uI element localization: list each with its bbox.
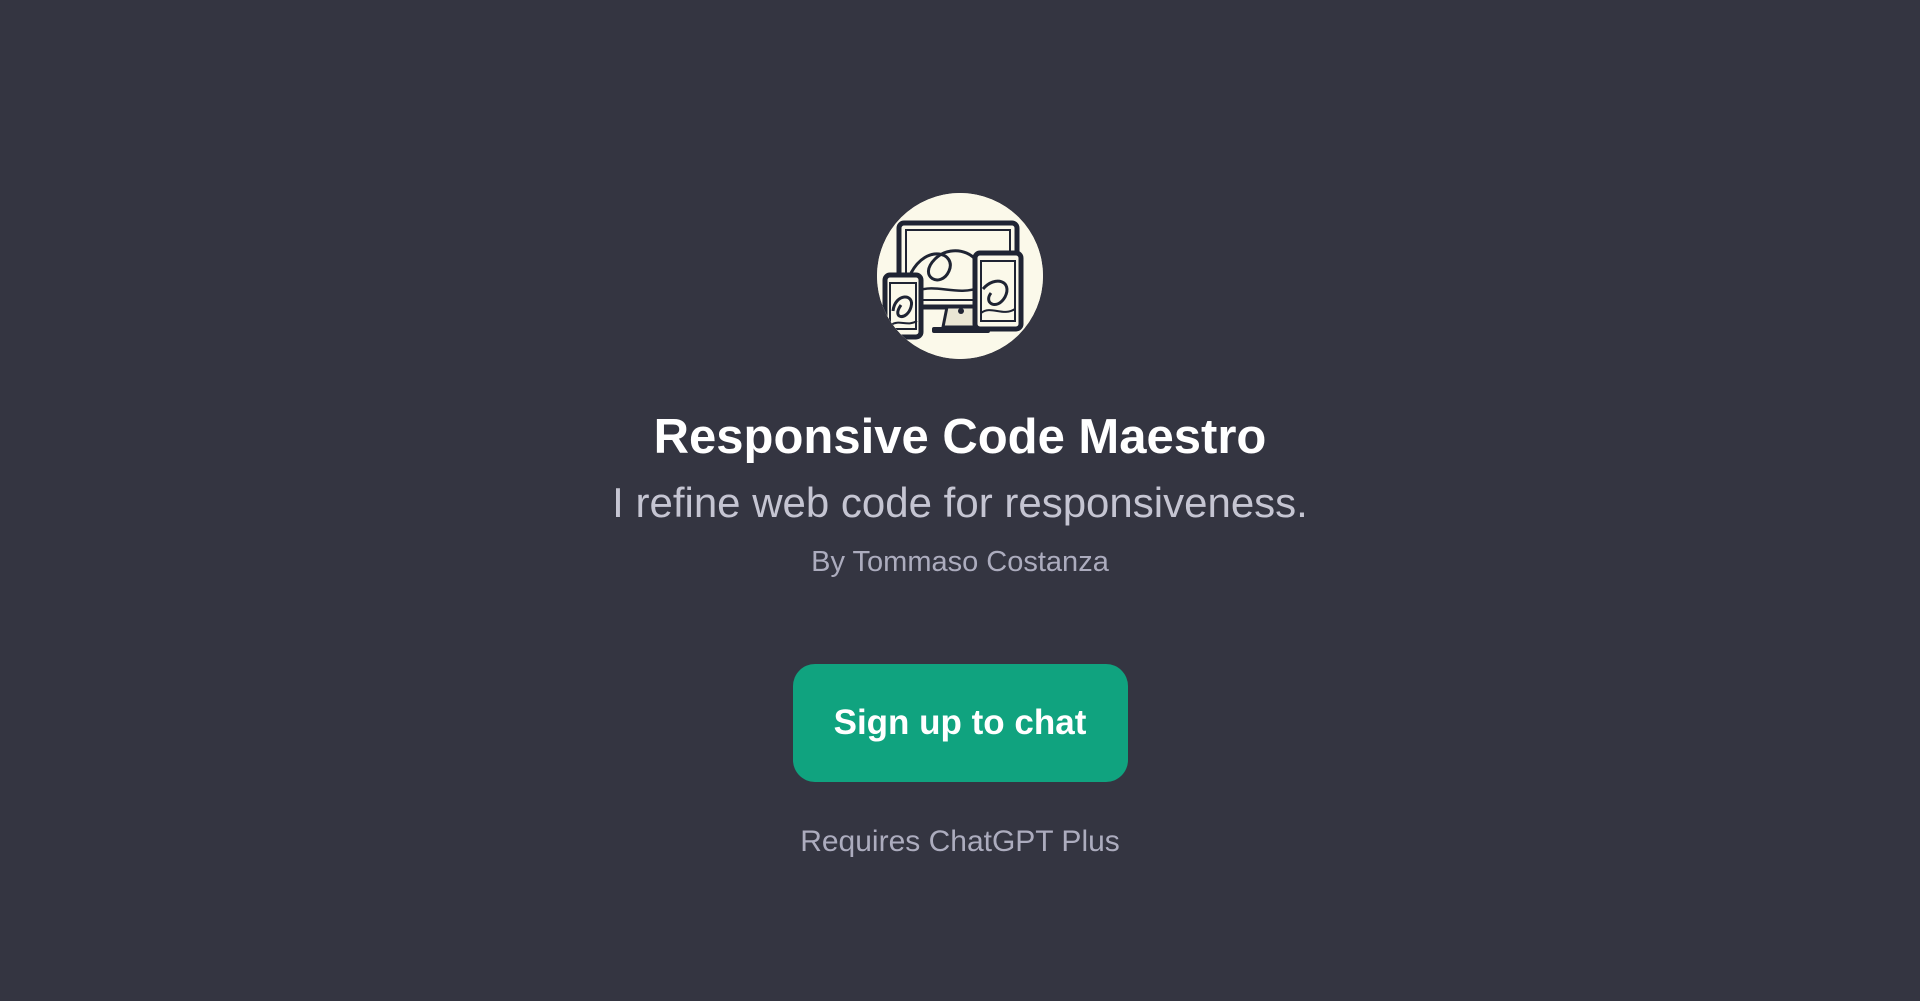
gpt-landing-page: Responsive Code Maestro I refine web cod…: [0, 0, 1920, 1001]
requirement-note: Requires ChatGPT Plus: [800, 824, 1120, 858]
sign-up-to-chat-button[interactable]: Sign up to chat: [792, 663, 1128, 782]
gpt-description: I refine web code for responsiveness.: [612, 478, 1308, 526]
gpt-avatar: [877, 193, 1043, 359]
responsive-devices-icon: [877, 193, 1043, 359]
gpt-title: Responsive Code Maestro: [653, 410, 1267, 464]
gpt-author: By Tommaso Costanza: [811, 546, 1109, 579]
